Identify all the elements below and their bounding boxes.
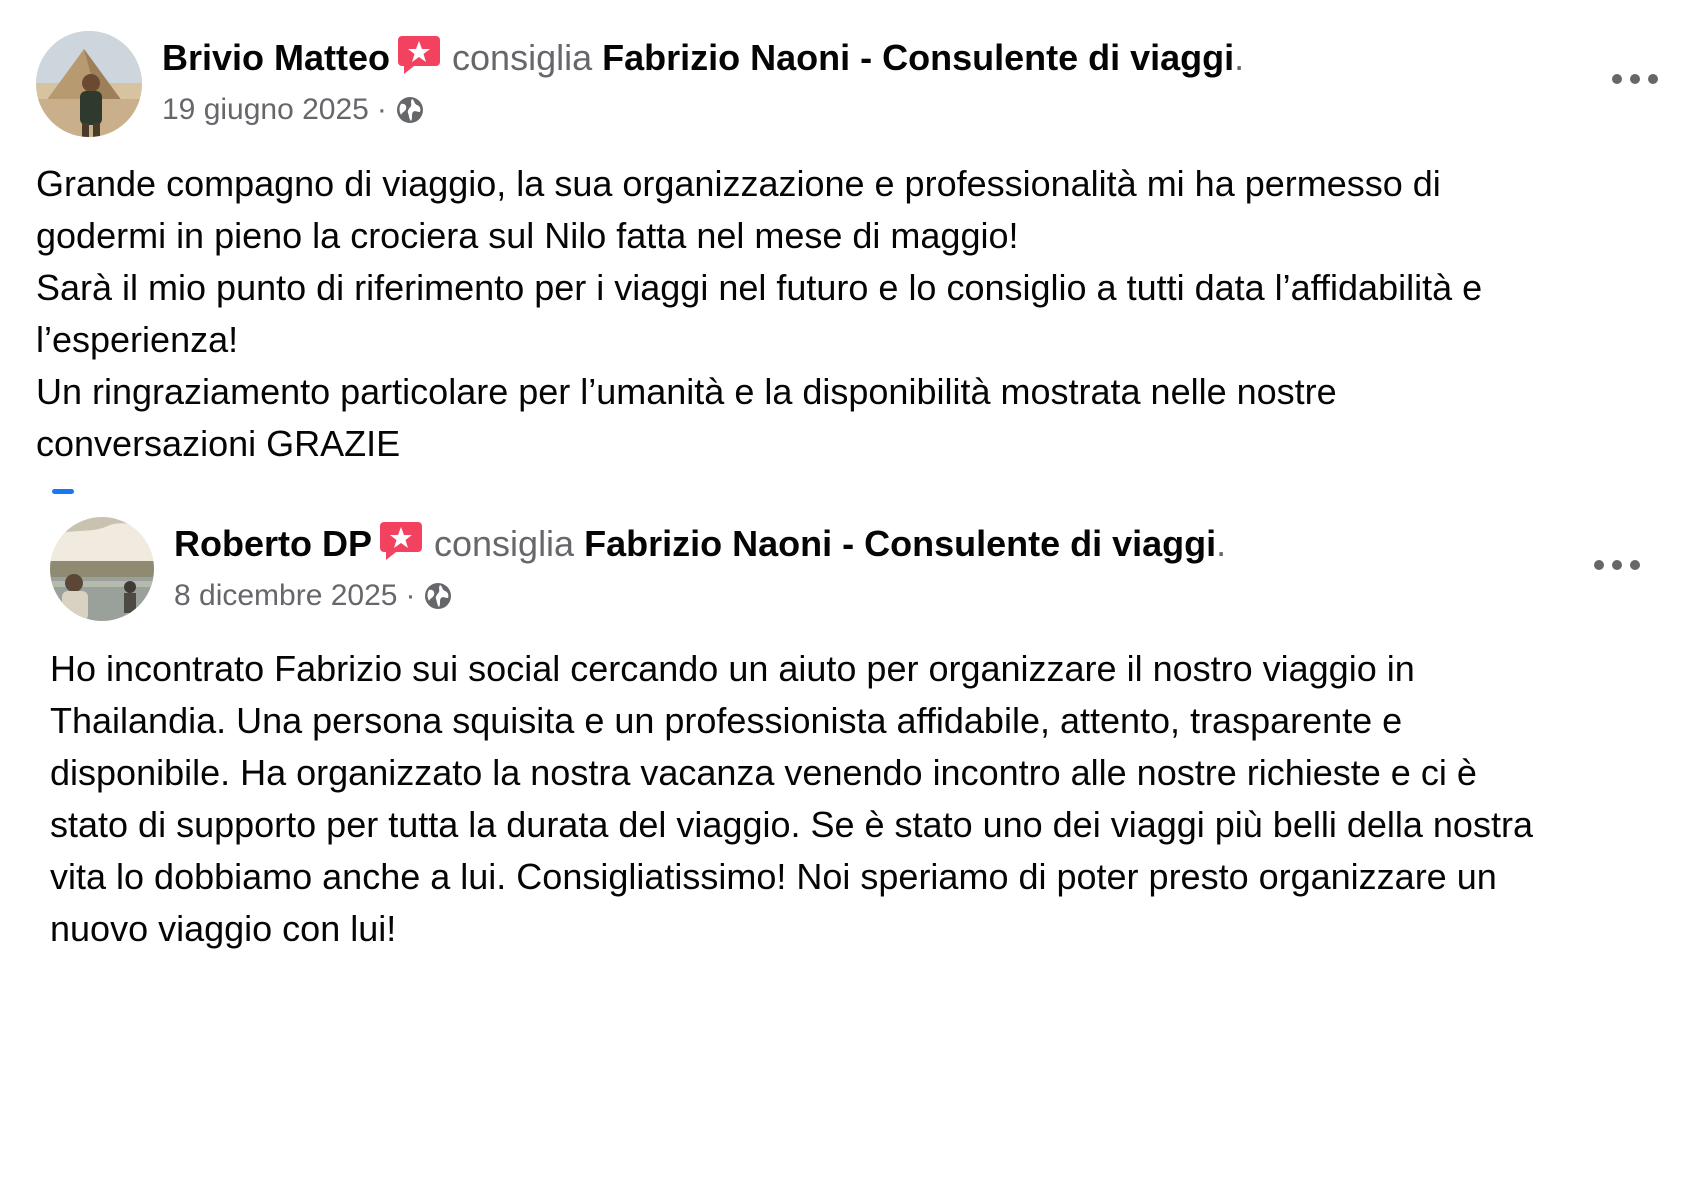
avatar-photo-lake	[50, 517, 154, 621]
review-post-2: Roberto DP consiglia Fabrizio Naoni - Cons…	[0, 0, 1683, 1190]
meta-separator: ·	[405, 579, 416, 612]
post-header: Roberto DP consiglia Fabrizio Naoni - Cons…	[174, 520, 1226, 566]
post-text: Ho incontrato Fabrizio sui social cercan…	[50, 648, 1533, 949]
author-avatar[interactable]	[50, 517, 154, 621]
header-end-dot: .	[1216, 523, 1227, 564]
more-options-icon[interactable]	[1590, 550, 1644, 580]
recommend-verb: consiglia	[434, 523, 575, 564]
recommend-star-icon	[378, 520, 424, 562]
page-name-link[interactable]: Fabrizio Naoni - Consulente di viaggi	[584, 523, 1216, 564]
author-name[interactable]: Roberto DP	[174, 523, 372, 564]
post-meta: 8 dicembre 2025 ·	[174, 577, 453, 615]
globe-icon[interactable]	[423, 581, 453, 611]
post-date[interactable]: 8 dicembre 2025	[174, 579, 397, 612]
